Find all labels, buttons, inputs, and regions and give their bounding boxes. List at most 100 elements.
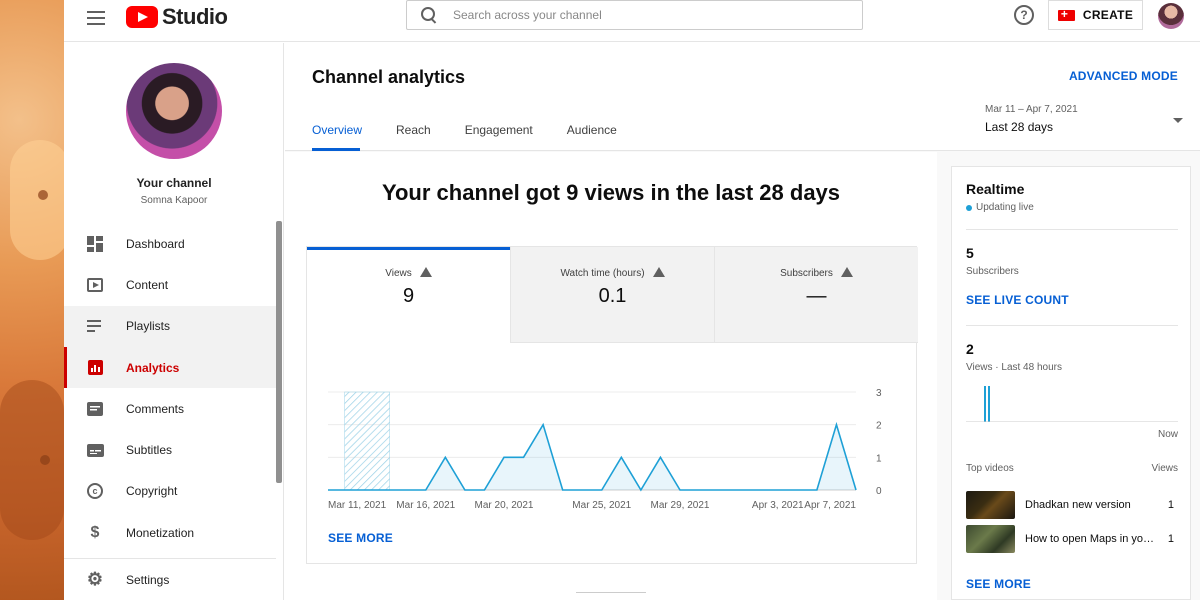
- realtime-bar: [988, 386, 990, 422]
- sidebar-item-content[interactable]: Content: [64, 264, 276, 305]
- metric-views[interactable]: Views 9: [307, 247, 511, 343]
- realtime-card: Realtime Updating live 5 Subscribers SEE…: [951, 166, 1191, 600]
- search-box[interactable]: [406, 0, 863, 30]
- y-tick-label: 2: [876, 421, 882, 432]
- date-range-picker[interactable]: Mar 11 – Apr 7, 2021 Last 28 days: [985, 104, 1183, 134]
- realtime-now-label: Now: [1157, 429, 1178, 440]
- date-range-dates: Mar 11 – Apr 7, 2021: [985, 104, 1078, 115]
- video-thumbnail: [966, 491, 1015, 519]
- metric-subscribers[interactable]: Subscribers —: [715, 247, 918, 343]
- tab-audience[interactable]: Audience: [567, 123, 617, 151]
- metric-value: —: [806, 285, 827, 307]
- see-live-count-link[interactable]: SEE LIVE COUNT: [966, 293, 1069, 307]
- x-tick-label: Apr 7, 2021: [804, 500, 856, 511]
- comments-icon: [86, 400, 104, 418]
- sidebar-item-label: Subtitles: [126, 443, 173, 458]
- content-icon: [86, 276, 104, 294]
- create-button[interactable]: CREATE: [1048, 0, 1143, 30]
- top-video-row[interactable]: How to open Maps in your... 1: [966, 525, 1178, 553]
- divider: [966, 325, 1178, 326]
- search-input[interactable]: [453, 8, 833, 22]
- advanced-mode-link[interactable]: ADVANCED MODE: [1069, 69, 1178, 83]
- sidebar-item-copyright[interactable]: c Copyright: [64, 471, 276, 512]
- realtime-status: Updating live: [966, 202, 1034, 213]
- video-views: 1: [1167, 533, 1174, 545]
- gear-icon: ⚙: [86, 569, 104, 590]
- video-camera-icon: [1057, 7, 1075, 21]
- realtime-bar: [984, 386, 986, 422]
- channel-title: Your channel: [136, 176, 212, 190]
- analytics-tabs: Overview Reach Engagement Audience: [312, 123, 651, 151]
- y-tick-label: 1: [876, 453, 882, 464]
- sidebar-item-playlists[interactable]: Playlists: [64, 305, 276, 347]
- sidebar-item-label: Playlists: [126, 319, 171, 334]
- realtime-see-more-link[interactable]: SEE MORE: [966, 577, 1031, 591]
- main-area: Channel analytics ADVANCED MODE Overview…: [285, 43, 1200, 600]
- sidebar-scrollbar[interactable]: [276, 221, 282, 483]
- video-title: Dhadkan new version: [1025, 499, 1131, 511]
- copyright-icon: c: [86, 482, 104, 500]
- overview-panel: Your channel got 9 views in the last 28 …: [285, 152, 937, 600]
- x-tick-label: Mar 11, 2021: [328, 500, 387, 511]
- realtime-title: Realtime: [966, 181, 1025, 197]
- sidebar-item-analytics[interactable]: Analytics: [64, 346, 276, 389]
- views-column-label: Views: [1151, 463, 1179, 474]
- realtime-status-text: Updating live: [976, 202, 1034, 213]
- hamburger-menu-icon[interactable]: [86, 8, 106, 28]
- x-tick-label: Mar 16, 2021: [396, 500, 455, 511]
- metrics-card: Views 9 Watch time (hours) 0.1 Subscribe…: [306, 246, 918, 564]
- metric-label: Watch time (hours): [560, 268, 645, 279]
- sidebar-item-label: Content: [126, 277, 169, 292]
- sidebar-item-label: Analytics: [126, 360, 180, 375]
- warning-icon: [419, 267, 432, 277]
- sidebar-item-label: Monetization: [126, 525, 195, 540]
- youtube-logo-icon: [126, 6, 158, 28]
- tab-overview[interactable]: Overview: [312, 123, 362, 151]
- tab-reach[interactable]: Reach: [396, 123, 431, 151]
- studio-app: Studio ? CREATE Your channel Somna Kapoo…: [64, 0, 1200, 600]
- see-more-link[interactable]: SEE MORE: [328, 531, 393, 545]
- desktop-background: [0, 0, 70, 600]
- top-video-row[interactable]: Dhadkan new version 1: [966, 491, 1178, 519]
- metric-watch-time[interactable]: Watch time (hours) 0.1: [511, 247, 715, 343]
- logo-text: Studio: [162, 4, 228, 29]
- page-header: Channel analytics ADVANCED MODE Overview…: [285, 43, 1200, 151]
- chevron-down-icon: [1173, 118, 1183, 123]
- realtime-subscribers-label: Subscribers: [966, 266, 1019, 277]
- tab-engagement[interactable]: Engagement: [465, 123, 533, 151]
- search-icon[interactable]: [421, 7, 437, 23]
- live-dot-icon: [966, 204, 972, 211]
- realtime-views-count: 2: [966, 341, 974, 357]
- video-views: 1: [1167, 499, 1174, 511]
- page-title: Channel analytics: [312, 67, 466, 87]
- sidebar-item-subtitles[interactable]: Subtitles: [64, 429, 276, 470]
- x-tick-label: Apr 3, 2021: [752, 500, 804, 511]
- studio-logo[interactable]: Studio: [126, 4, 228, 30]
- x-tick-label: Mar 25, 2021: [572, 500, 631, 511]
- metric-label-row: Watch time (hours): [511, 267, 714, 279]
- y-tick-label: 0: [876, 486, 882, 497]
- realtime-bar-chart[interactable]: [966, 372, 1178, 422]
- divider: [576, 592, 646, 593]
- sidebar-item-settings[interactable]: ⚙ Settings: [64, 559, 276, 600]
- help-icon[interactable]: ?: [1014, 5, 1034, 25]
- account-avatar[interactable]: [1158, 3, 1184, 29]
- video-title: How to open Maps in your...: [1025, 533, 1160, 545]
- channel-avatar[interactable]: [126, 63, 222, 159]
- sidebar-item-comments[interactable]: Comments: [64, 388, 276, 429]
- sidebar-item-label: Settings: [126, 572, 170, 587]
- x-tick-label: Mar 20, 2021: [475, 500, 534, 511]
- overview-headline: Your channel got 9 views in the last 28 …: [381, 180, 841, 205]
- sidebar-item-label: Comments: [126, 401, 185, 416]
- metric-label-row: Subscribers: [715, 267, 918, 279]
- sidebar-item-monetization[interactable]: $ Monetization: [64, 512, 276, 553]
- divider: [966, 229, 1178, 230]
- metric-label: Subscribers: [780, 268, 833, 279]
- top-bar: Studio ? CREATE: [64, 0, 1200, 42]
- dashboard-icon: [86, 235, 104, 253]
- views-line-chart[interactable]: 0 1 2 3 Mar 11, 2021 Mar 16, 2021 Mar 20, 2021…: [307, 377, 918, 517]
- sidebar-item-dashboard[interactable]: Dashboard: [64, 223, 276, 264]
- analytics-icon: [86, 359, 104, 377]
- warning-icon: [652, 267, 665, 277]
- video-thumbnail: [966, 525, 1015, 553]
